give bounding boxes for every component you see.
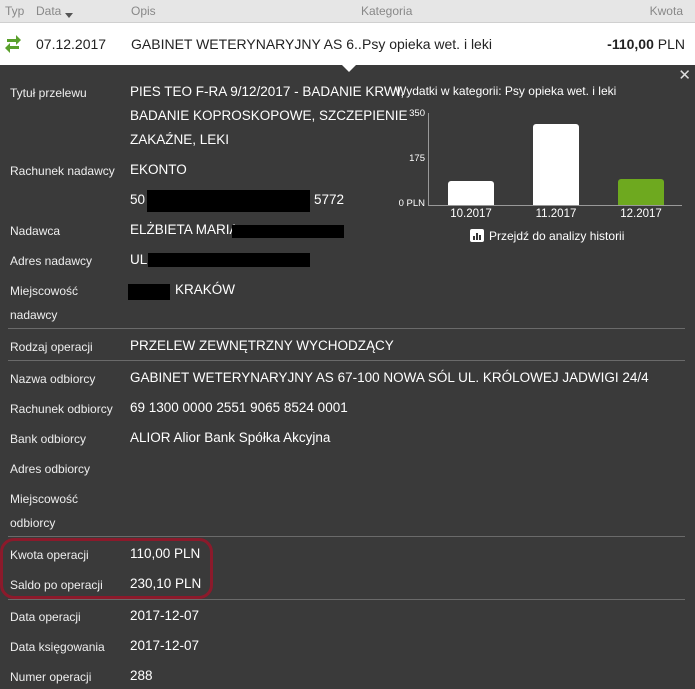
amount-value: -110,00 — [607, 36, 654, 52]
bar-10.2017[interactable] — [448, 181, 494, 205]
bar-12.2017[interactable] — [618, 179, 664, 205]
op-type-value: PRZELEW ZEWNĘTRZNY WYCHODZĄCY — [130, 338, 394, 353]
transaction-row[interactable]: 07.12.2017 GABINET WETERYNARYJNY AS 6...… — [0, 23, 695, 65]
sender-account-suffix: 5772 — [314, 192, 345, 207]
book-date-label: Data księgowania — [10, 640, 105, 654]
redaction — [128, 284, 170, 300]
recipient-city-label-1: Miejscowość — [10, 492, 79, 506]
table-header: Typ Data Opis Kategoria Kwota — [0, 0, 695, 23]
x-axis — [428, 205, 682, 206]
recipient-address-label: Adres odbiorcy — [10, 462, 91, 476]
col-date[interactable]: Data — [36, 4, 74, 19]
transaction-amount: -110,00 PLN — [607, 36, 685, 52]
sender-account-label: Rachunek nadawcy — [10, 164, 115, 178]
xtick-label: 12.2017 — [620, 208, 662, 220]
col-amount[interactable]: Kwota — [650, 4, 683, 18]
sender-account-prefix: 50 — [130, 192, 146, 207]
recipient-city-label-2: odbiorcy — [10, 516, 56, 530]
xtick-label: 11.2017 — [535, 208, 577, 220]
bar-11.2017[interactable] — [533, 124, 579, 205]
col-date-label: Data — [36, 4, 62, 18]
op-number-label: Numer operacji — [10, 670, 92, 684]
recipient-name-label: Nazwa odbiorcy — [10, 372, 96, 386]
transfer-arrows-icon — [5, 35, 21, 53]
ytick-max: 350 — [409, 108, 425, 119]
op-date-label: Data operacji — [10, 610, 81, 624]
sender-city-label-2: nadawcy — [10, 308, 58, 322]
col-type: Typ — [5, 4, 25, 18]
divider — [8, 360, 685, 361]
amount-currency: PLN — [657, 36, 685, 52]
op-date-value: 2017-12-07 — [130, 608, 200, 623]
xtick-label: 10.2017 — [450, 208, 492, 220]
y-axis — [428, 113, 429, 205]
recipient-bank-value: ALIOR Alior Bank Spółka Akcyjna — [130, 430, 331, 445]
op-type-label: Rodzaj operacji — [10, 340, 93, 354]
chart-title: Wydatki w kategorii: Psy opieka wet. i l… — [395, 84, 617, 98]
recipient-account-value: 69 1300 0000 2551 9065 8524 0001 — [130, 400, 348, 415]
transaction-category[interactable]: Psy opieka wet. i leki — [362, 36, 492, 52]
row-pointer — [342, 65, 356, 72]
transaction-desc: GABINET WETERYNARYJNY AS 6... — [131, 36, 366, 52]
sender-address-value: UL — [130, 252, 148, 267]
op-number-value: 288 — [130, 668, 153, 683]
title-line-2: BADANIE KOPROSKOPOWE, SZCZEPIENIE — [130, 108, 408, 123]
col-desc[interactable]: Opis — [131, 4, 156, 18]
divider — [8, 599, 685, 600]
bar-chart-icon — [470, 229, 484, 243]
redaction — [232, 225, 344, 238]
sender-address-label: Adres nadawcy — [10, 254, 93, 268]
redaction — [147, 190, 310, 212]
history-link-label: Przejdź do analizy historii — [489, 229, 625, 243]
title-line-1: PIES TEO F-RA 9/12/2017 - BADANIE KRWI, — [130, 84, 405, 99]
divider — [8, 328, 685, 329]
sender-label: Nadawca — [10, 224, 61, 238]
sender-value: ELŻBIETA MARIA — [130, 222, 239, 237]
recipient-name-value: GABINET WETERYNARYJNY AS 67-100 NOWA SÓL… — [130, 370, 649, 385]
history-analysis-link[interactable]: Przejdź do analizy historii — [470, 229, 624, 243]
sender-account-name: EKONTO — [130, 162, 187, 177]
transaction-date: 07.12.2017 — [36, 36, 107, 52]
ytick-mid: 175 — [409, 153, 425, 164]
close-icon[interactable]: ✕ — [678, 66, 691, 84]
recipient-bank-label: Bank odbiorcy — [10, 432, 87, 446]
recipient-account-label: Rachunek odbiorcy — [10, 402, 113, 416]
highlight-annotation — [0, 538, 213, 599]
col-category[interactable]: Kategoria — [361, 4, 412, 18]
title-label: Tytuł przelewu — [10, 86, 87, 100]
book-date-value: 2017-12-07 — [130, 638, 200, 653]
redaction — [148, 253, 310, 267]
sender-city-value: KRAKÓW — [175, 282, 236, 297]
divider — [8, 536, 685, 537]
sender-city-label-1: Miejscowość — [10, 284, 79, 298]
ytick-zero: 0 PLN — [398, 198, 425, 209]
sort-desc-icon — [65, 13, 74, 19]
title-line-3: ZAKAŹNE, LEKI — [130, 132, 230, 147]
